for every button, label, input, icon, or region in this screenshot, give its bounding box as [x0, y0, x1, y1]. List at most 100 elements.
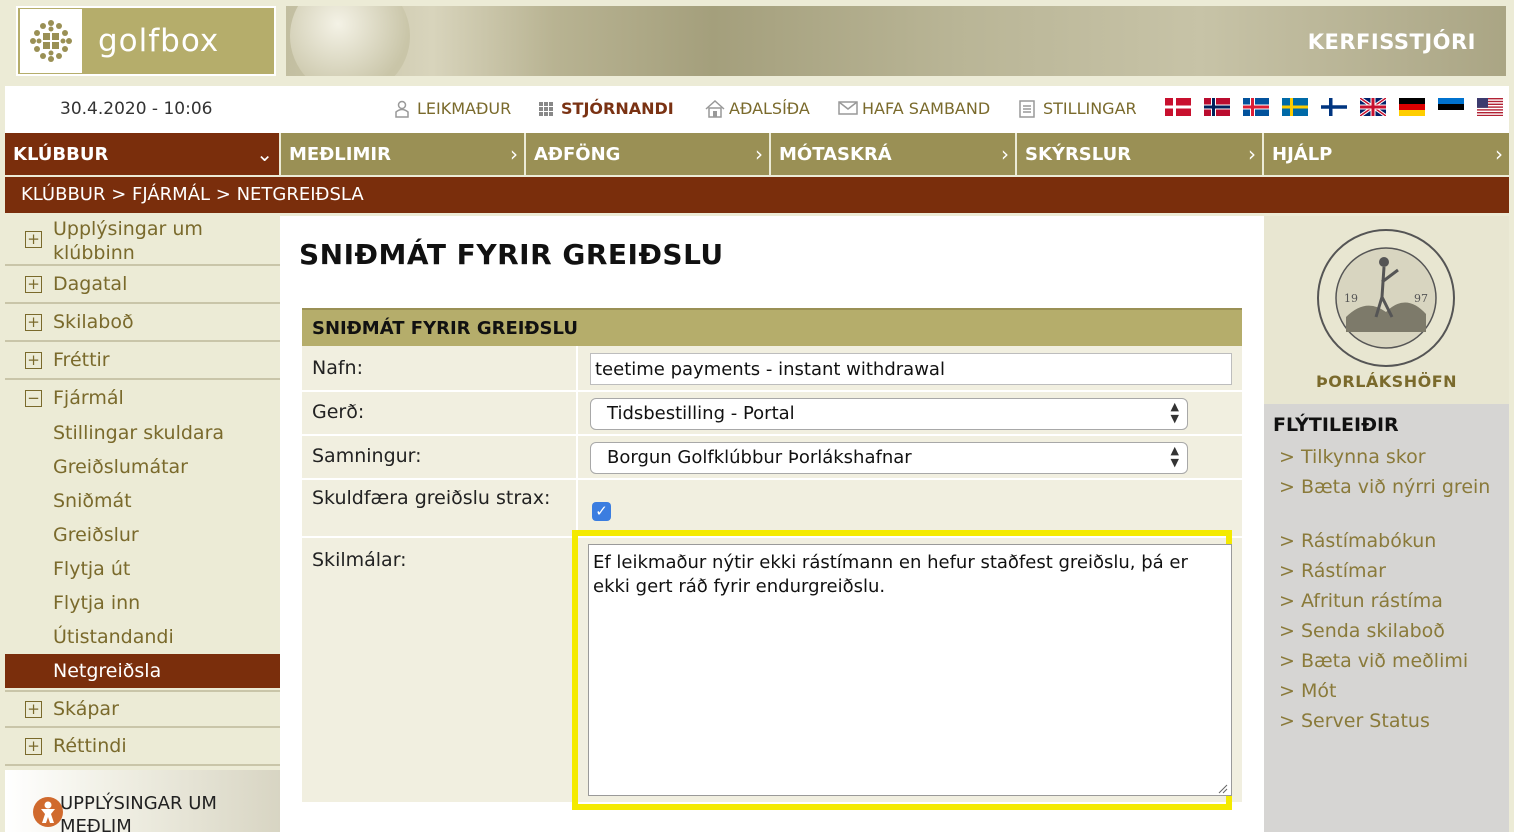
sidebar-item-frettir[interactable]: + Fréttir [5, 342, 280, 380]
sidebar-sub-flytja-inn[interactable]: Flytja inn [5, 586, 280, 620]
nav-skyrslur[interactable]: SKÝRSLUR › [1017, 133, 1264, 175]
name-cell [578, 346, 1242, 390]
chevron-right-icon: › [755, 142, 763, 166]
sidebar-sub-snidmat[interactable]: Sniðmát [5, 484, 280, 518]
member-info-box[interactable]: UPPLÝSINGAR UM MEÐLIM [5, 770, 280, 832]
quick-link-server-status[interactable]: > Server Status [1279, 709, 1504, 733]
quick-link-afritun-rastima[interactable]: > Afritun rástíma [1279, 589, 1504, 613]
flag-germany-icon[interactable] [1399, 98, 1425, 116]
nav-label: MEÐLIMIR [289, 143, 391, 165]
charge-checkbox[interactable]: ✓ [592, 502, 611, 521]
link-stjornandi[interactable]: STJÓRNANDI [537, 99, 674, 118]
name-input[interactable] [590, 353, 1232, 385]
sidebar-sub-flytja-ut[interactable]: Flytja út [5, 552, 280, 586]
quick-link-tilkynna-skor[interactable]: > Tilkynna skor [1279, 445, 1504, 469]
sidebar-item-label: Skilaboð [53, 311, 134, 333]
main-nav: KLÚBBUR ⌄ MEÐLIMIR › AÐFÖNG › MÓTASKRÁ ›… [5, 133, 1509, 175]
link-label: STJÓRNANDI [561, 99, 674, 118]
sidebar-item-skilabod[interactable]: + Skilaboð [5, 304, 280, 342]
quick-link-senda-skilabod[interactable]: > Senda skilaboð [1279, 619, 1504, 643]
person-icon [393, 100, 411, 118]
link-stillingar[interactable]: STILLINGAR [1019, 99, 1137, 118]
expand-icon[interactable]: + [25, 352, 42, 369]
banner-golfball-image [290, 6, 410, 76]
chevron-right-icon: › [510, 142, 518, 166]
chevron-right-icon: › [1495, 142, 1503, 166]
resize-grip-icon[interactable] [1216, 782, 1228, 794]
flag-denmark-icon[interactable] [1165, 98, 1191, 116]
terms-textarea[interactable]: Ef leikmaður nýtir ekki rástímann en hef… [588, 544, 1232, 796]
flag-united-kingdom-icon[interactable] [1360, 98, 1386, 116]
nav-hjalp[interactable]: HJÁLP › [1264, 133, 1509, 175]
sidebar-item-skapar[interactable]: + Skápar [5, 690, 280, 728]
sidebar: + Upplýsingar um klúbbinn + Dagatal + Sk… [5, 216, 280, 832]
club-seal-icon: 19 97 [1317, 229, 1455, 367]
banner: golfbox KERFISSTJÓRI [5, 0, 1509, 86]
sidebar-sub-netgreidsla[interactable]: Netgreiðsla [5, 654, 280, 688]
collapse-icon[interactable]: − [25, 390, 42, 407]
logo-text: golfbox [98, 23, 220, 59]
row-name: Nafn: [302, 346, 1242, 392]
nav-medlimir[interactable]: MEÐLIMIR › [281, 133, 526, 175]
sidebar-item-fjarmal[interactable]: − Fjármál [5, 380, 280, 418]
sidebar-item-label: Dagatal [53, 273, 128, 295]
chevron-down-icon: ⌄ [256, 142, 273, 166]
quick-link-baeta-vid-grein[interactable]: > Bæta við nýrri grein [1279, 475, 1504, 499]
quick-link-mot[interactable]: > Mót [1279, 679, 1504, 703]
svg-text:97: 97 [1414, 292, 1428, 305]
type-select-value: Tidsbestilling - Portal [607, 403, 795, 424]
svg-text:19: 19 [1344, 292, 1358, 305]
flag-united-states-icon[interactable] [1477, 98, 1503, 116]
link-leikmadur[interactable]: LEIKMAÐUR [393, 99, 511, 118]
golfbox-logo[interactable]: golfbox [16, 6, 276, 76]
quick-link-rastimar[interactable]: > Rástímar [1279, 559, 1504, 583]
sidebar-item-dagatal[interactable]: + Dagatal [5, 266, 280, 304]
main-content: SNIÐMÁT FYRIR GREIÐSLU SNIÐMÁT FYRIR GRE… [280, 216, 1264, 832]
expand-icon[interactable]: + [25, 276, 42, 293]
home-icon [705, 99, 725, 118]
flag-estonia-icon[interactable] [1438, 98, 1464, 116]
club-name: ÞORLÁKSHÖFN [1315, 372, 1458, 391]
flag-iceland-icon[interactable] [1243, 98, 1269, 116]
chevron-right-icon: › [1001, 142, 1009, 166]
contract-select[interactable]: Borgun Golfklúbbur Þorlákshafnar ▲ ▼ [590, 442, 1188, 474]
mail-icon [838, 100, 858, 118]
sidebar-sub-utistandandi[interactable]: Útistandandi [5, 620, 280, 654]
sidebar-item-label: Fréttir [53, 349, 110, 371]
expand-icon[interactable]: + [25, 738, 42, 755]
top-bar: 30.4.2020 - 10:06 LEIKMAÐUR STJÓRNANDI A… [5, 86, 1509, 133]
link-label: LEIKMAÐUR [417, 99, 512, 118]
link-adalsida[interactable]: AÐALSÍÐA [705, 99, 810, 118]
sidebar-sub-stillingar-skuldara[interactable]: Stillingar skuldara [5, 416, 280, 450]
contract-select-value: Borgun Golfklúbbur Þorlákshafnar [607, 447, 912, 468]
row-contract: Samningur: Borgun Golfklúbbur Þorlákshaf… [302, 436, 1242, 480]
nav-label: HJÁLP [1272, 143, 1333, 165]
sidebar-sub-greidslumatar[interactable]: Greiðslumátar [5, 450, 280, 484]
quick-link-rastimabokun[interactable]: > Rástímabókun [1279, 529, 1504, 553]
sidebar-sub-greidslur[interactable]: Greiðslur [5, 518, 280, 552]
settings-doc-icon [1019, 99, 1037, 118]
type-select[interactable]: Tidsbestilling - Portal ▲ ▼ [590, 398, 1188, 430]
link-hafa-samband[interactable]: HAFA SAMBAND [838, 99, 990, 118]
quick-link-baeta-vid-medlimi[interactable]: > Bæta við meðlimi [1279, 649, 1504, 673]
link-label: AÐALSÍÐA [729, 99, 810, 118]
nav-klubbur[interactable]: KLÚBBUR ⌄ [5, 133, 281, 175]
flag-norway-icon[interactable] [1204, 98, 1230, 116]
select-arrows-icon: ▲ ▼ [1170, 400, 1179, 425]
charge-label: Skuldfæra greiðslu strax: [302, 480, 576, 536]
expand-icon[interactable]: + [25, 231, 42, 248]
expand-icon[interactable]: + [25, 701, 42, 718]
sidebar-item-label: Réttindi [53, 735, 127, 757]
flag-sweden-icon[interactable] [1282, 98, 1308, 116]
member-info-label: UPPLÝSINGAR UM MEÐLIM [60, 793, 217, 832]
sidebar-item-rettindi[interactable]: + Réttindi [5, 728, 280, 766]
nav-adfong[interactable]: AÐFÖNG › [526, 133, 771, 175]
expand-icon[interactable]: + [25, 314, 42, 331]
select-arrows-icon: ▲ ▼ [1170, 444, 1179, 469]
row-type: Gerð: Tidsbestilling - Portal ▲ ▼ [302, 392, 1242, 436]
flag-finland-icon[interactable] [1321, 98, 1347, 116]
sidebar-item-upplysingar[interactable]: + Upplýsingar um klúbbinn [5, 216, 280, 266]
club-box: 19 97 ÞORLÁKSHÖFN [1264, 216, 1509, 404]
type-cell: Tidsbestilling - Portal ▲ ▼ [578, 392, 1242, 434]
nav-motaskra[interactable]: MÓTASKRÁ › [771, 133, 1017, 175]
